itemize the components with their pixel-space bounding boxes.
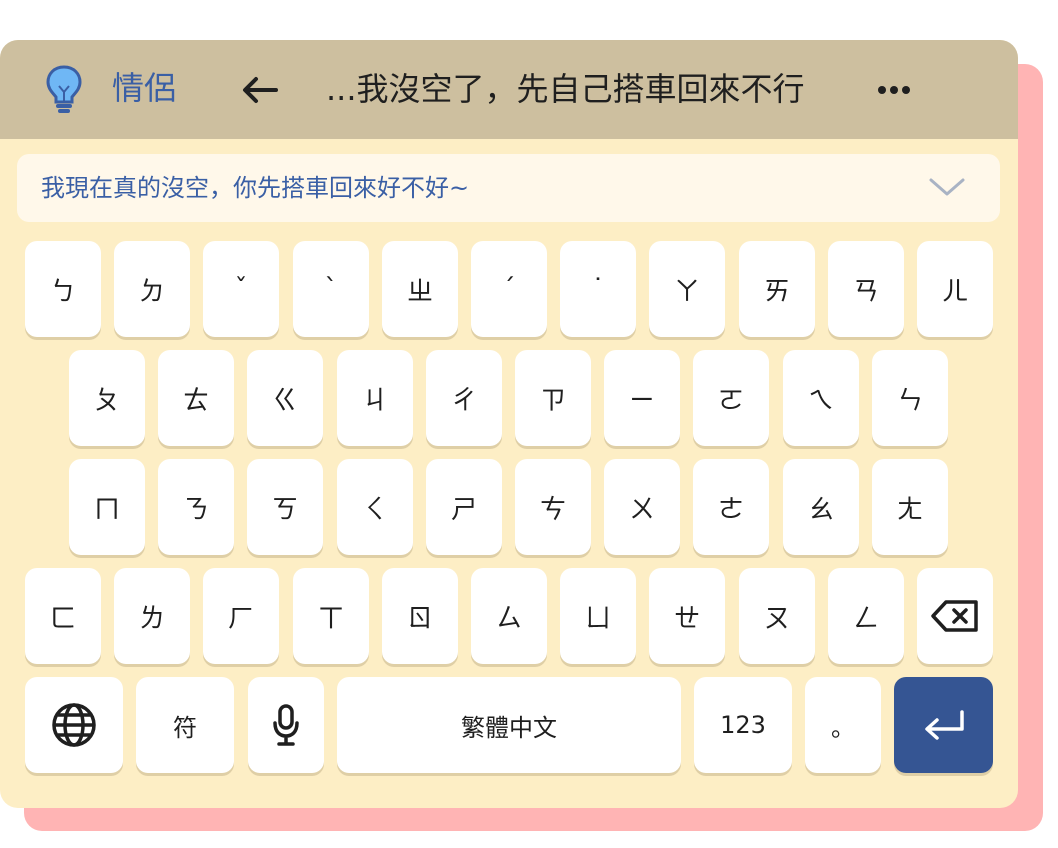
key-row2-8[interactable]: ㄛ xyxy=(693,350,769,446)
key-row4-6[interactable]: ㄙ xyxy=(471,568,547,664)
scene-label[interactable]: 情侶 xyxy=(112,68,176,108)
key-row4-3[interactable]: ㄏ xyxy=(203,568,279,664)
key-row1-7[interactable]: ˙ xyxy=(560,241,636,337)
globe-key[interactable] xyxy=(25,677,123,773)
key-row2-3[interactable]: ㄍ xyxy=(247,350,323,446)
key-row3-8[interactable]: ㄜ xyxy=(693,459,769,555)
numbers-key[interactable]: 123 xyxy=(694,677,792,773)
keyboard-panel: 情侶 ...我沒空了，先自己搭車回來不行 我現在真的沒空，你先搭車回來好不好~ xyxy=(0,40,1018,808)
symbols-key[interactable]: 符 xyxy=(136,677,234,773)
key-row1-10[interactable]: ㄢ xyxy=(828,241,904,337)
key-row4-9[interactable]: ㄡ xyxy=(739,568,815,664)
enter-icon xyxy=(920,707,968,743)
key-row2-9[interactable]: ㄟ xyxy=(783,350,859,446)
key-row3-7[interactable]: ㄨ xyxy=(604,459,680,555)
key-row1-5[interactable]: ㄓ xyxy=(382,241,458,337)
enter-key[interactable] xyxy=(894,677,993,773)
mic-icon xyxy=(272,703,300,747)
backspace-icon xyxy=(930,599,980,633)
key-row4-1[interactable]: ㄈ xyxy=(25,568,101,664)
key-row3-3[interactable]: ㄎ xyxy=(247,459,323,555)
back-arrow-icon[interactable] xyxy=(236,68,284,112)
key-row2-1[interactable]: ㄆ xyxy=(69,350,145,446)
key-row1-2[interactable]: ㄉ xyxy=(114,241,190,337)
more-icon[interactable] xyxy=(870,66,918,110)
key-row4-8[interactable]: ㄝ xyxy=(649,568,725,664)
key-row3-4[interactable]: ㄑ xyxy=(337,459,413,555)
key-row2-2[interactable]: ㄊ xyxy=(158,350,234,446)
key-row3-5[interactable]: ㄕ xyxy=(426,459,502,555)
key-row2-4[interactable]: ㄐ xyxy=(337,350,413,446)
key-row3-9[interactable]: ㄠ xyxy=(783,459,859,555)
key-row2-10[interactable]: ㄣ xyxy=(872,350,948,446)
mic-key[interactable] xyxy=(248,677,324,773)
suggestion-text[interactable]: 我現在真的沒空，你先搭車回來好不好~ xyxy=(41,170,469,206)
globe-icon xyxy=(50,701,98,749)
key-row1-6[interactable]: ˊ xyxy=(471,241,547,337)
keyboard-toolbar: 情侶 ...我沒空了，先自己搭車回來不行 xyxy=(0,40,1018,139)
draft-text: ...我沒空了，先自己搭車回來不行 xyxy=(326,70,805,108)
key-row1-3[interactable]: ˇ xyxy=(203,241,279,337)
key-row4-7[interactable]: ㄩ xyxy=(560,568,636,664)
key-row1-1[interactable]: ㄅ xyxy=(25,241,101,337)
key-row1-4[interactable]: ˋ xyxy=(293,241,369,337)
key-row4-2[interactable]: ㄌ xyxy=(114,568,190,664)
key-row1-11[interactable]: ㄦ xyxy=(917,241,993,337)
period-key[interactable]: 。 xyxy=(805,677,881,773)
key-row3-10[interactable]: ㄤ xyxy=(872,459,948,555)
key-row4-5[interactable]: ㄖ xyxy=(382,568,458,664)
key-row4-10[interactable]: ㄥ xyxy=(828,568,904,664)
key-row1-9[interactable]: ㄞ xyxy=(739,241,815,337)
chevron-down-icon[interactable] xyxy=(927,172,967,204)
key-row3-1[interactable]: ㄇ xyxy=(69,459,145,555)
space-key[interactable]: 繁體中文 xyxy=(337,677,681,773)
lightbulb-icon[interactable] xyxy=(44,64,84,114)
key-row4-4[interactable]: ㄒ xyxy=(293,568,369,664)
backspace-key[interactable] xyxy=(917,568,993,664)
key-row3-2[interactable]: ㄋ xyxy=(158,459,234,555)
key-row1-8[interactable]: ㄚ xyxy=(649,241,725,337)
key-row3-6[interactable]: ㄘ xyxy=(515,459,591,555)
key-row2-5[interactable]: ㄔ xyxy=(426,350,502,446)
key-row2-7[interactable]: ㄧ xyxy=(604,350,680,446)
suggestion-bar[interactable]: 我現在真的沒空，你先搭車回來好不好~ xyxy=(17,154,1000,222)
key-row2-6[interactable]: ㄗ xyxy=(515,350,591,446)
